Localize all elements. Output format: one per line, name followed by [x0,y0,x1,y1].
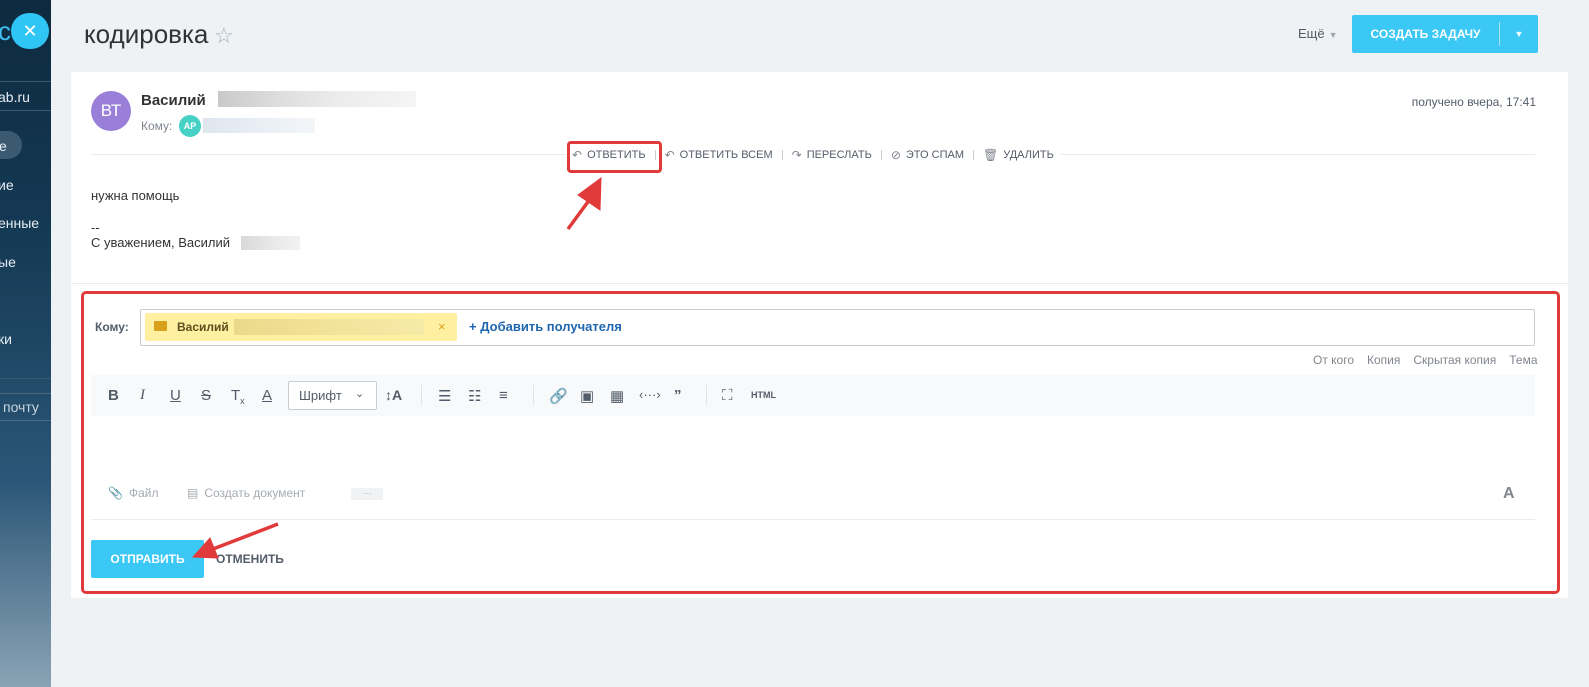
create-task-label: СОЗДАТЬ ЗАДАЧУ [1370,27,1481,41]
close-icon: ✕ [22,20,38,41]
more-button[interactable]: Ещё ▼ [1298,26,1338,41]
redacted-recipient [203,118,315,133]
caret-down-icon[interactable]: ▼ [1500,29,1538,39]
compose-highlight-box [81,291,1560,594]
received-time: получено вчера, 17:41 [1411,95,1536,109]
reply-all-label: ОТВЕТИТЬ ВСЕМ [679,149,773,161]
star-icon[interactable]: ☆ [214,23,234,49]
close-slider-button[interactable]: ✕ [11,13,49,49]
reply-all-button[interactable]: ↶ ОТВЕТИТЬ ВСЕМ [665,148,773,162]
signature-dash: -- [91,220,100,235]
separator [781,150,783,160]
more-label: Ещё [1298,26,1325,41]
sidebar-item[interactable]: енные [0,215,39,231]
sender-name[interactable]: Василий [141,92,206,109]
forward-icon: ↷ [791,148,802,162]
redacted-signature [241,236,300,250]
page-title: кодировка [84,19,209,49]
separator [972,150,974,160]
sidebar-email[interactable]: ab.ru [0,89,30,105]
separator [880,150,882,160]
reply-highlight-box [567,141,662,173]
sidebar-item[interactable]: ки [0,331,12,347]
card-divider [71,283,1568,284]
sidebar-item[interactable]: е [0,138,7,154]
reply-all-icon: ↶ [664,148,675,162]
redacted-surname [218,91,416,107]
spam-button[interactable]: ⊘ ЭТО СПАМ [891,148,964,162]
message-body-line: нужна помощь [91,188,180,203]
caret-down-icon: ▼ [1328,30,1338,40]
delete-button[interactable]: 🗑 УДАЛИТЬ [983,148,1054,162]
forward-button[interactable]: ↷ ПЕРЕСЛАТЬ [792,148,872,162]
sidebar-item[interactable]: ые [0,254,16,270]
sidebar-item[interactable]: ие [0,177,14,193]
left-sidebar: c ab.ru е ие енные ые ки почту [0,0,51,687]
recipient-avatar: АР [179,115,201,137]
delete-label: УДАЛИТЬ [1003,149,1054,161]
signature: С уважением, Василий [91,235,231,250]
forward-label: ПЕРЕСЛАТЬ [806,149,872,161]
sidebar-divider [0,378,51,379]
create-task-button[interactable]: СОЗДАТЬ ЗАДАЧУ ▼ [1352,15,1538,53]
sidebar-write-button-label[interactable]: почту [3,399,39,415]
logo-fragment: c [0,16,11,46]
trash-icon: 🗑 [982,148,999,162]
spam-label: ЭТО СПАМ [905,149,964,161]
to-label: Кому: [141,119,173,133]
sender-avatar: ВТ [91,91,131,131]
spam-icon: ⊘ [890,148,901,162]
